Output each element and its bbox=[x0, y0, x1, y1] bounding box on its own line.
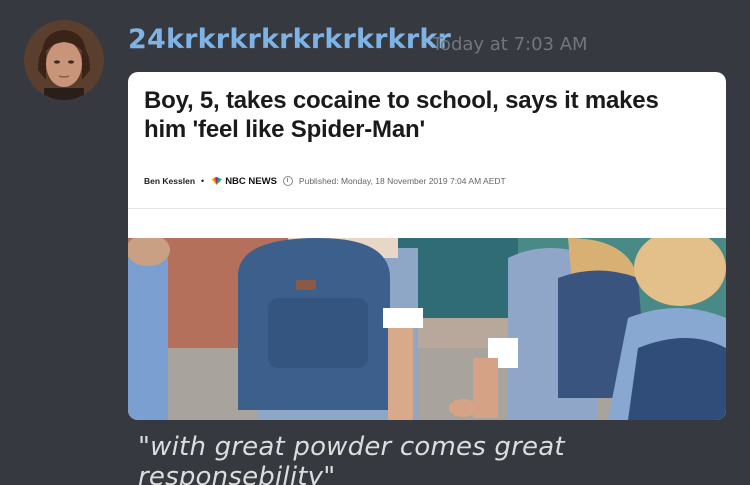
embed-author: Ben Kesslen bbox=[144, 176, 196, 186]
embed-published: Published: Monday, 18 November 2019 7:04… bbox=[298, 176, 506, 186]
embed-network: NBC NEWS bbox=[210, 176, 277, 187]
nbc-peacock-icon bbox=[211, 176, 223, 185]
link-embed[interactable]: Boy, 5, takes cocaine to school, says it… bbox=[128, 72, 726, 420]
chat-message: 24krkrkrkrkrkrkrkrkr Today at 7:03 AM Bo… bbox=[0, 0, 750, 485]
embed-image[interactable] bbox=[128, 238, 726, 420]
username[interactable]: 24krkrkrkrkrkrkrkrkr bbox=[128, 24, 451, 55]
message-text: "with great powder comes great responseb… bbox=[138, 432, 565, 485]
network-name: NBC NEWS bbox=[225, 175, 277, 187]
embed-headline[interactable]: Boy, 5, takes cocaine to school, says it… bbox=[144, 86, 704, 144]
timestamp: Today at 7:03 AM bbox=[432, 34, 588, 55]
embed-divider bbox=[128, 208, 726, 209]
clock-icon bbox=[282, 176, 293, 186]
embed-byline: Ben Kesslen • NBC NEWS Published: Monday… bbox=[144, 174, 506, 188]
byline-separator: • bbox=[201, 176, 205, 186]
avatar[interactable] bbox=[24, 20, 104, 100]
